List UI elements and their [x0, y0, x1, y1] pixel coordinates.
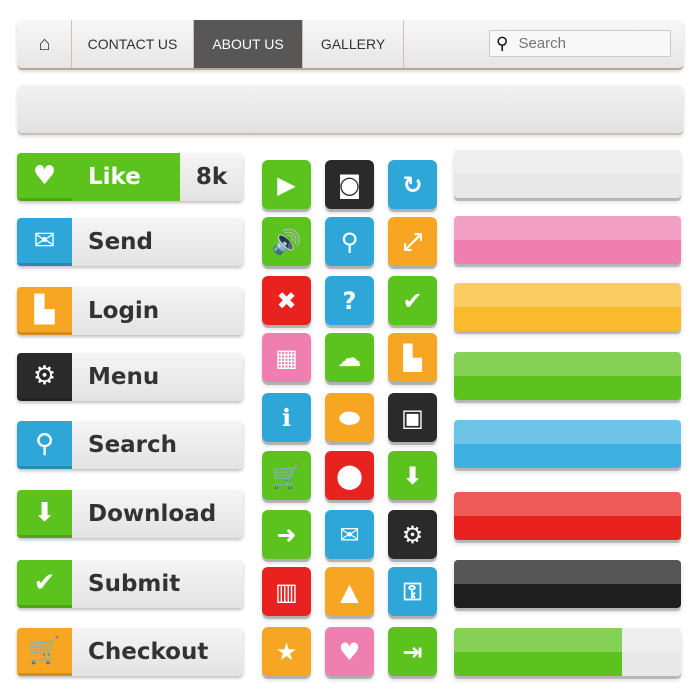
trash-icon: ▥	[275, 577, 298, 606]
button-label: Search	[88, 432, 178, 458]
trash-icon-button[interactable]: ▥	[262, 567, 311, 616]
button-label: Menu	[88, 364, 160, 390]
color-bar[interactable]	[454, 420, 681, 468]
login-button[interactable]: ▙ Login	[17, 287, 243, 335]
color-bar[interactable]	[454, 216, 681, 264]
heart-icon: ♥	[338, 637, 361, 666]
speaker-icon-button[interactable]: 🔊	[262, 217, 311, 266]
home-button[interactable]: ⌂	[18, 20, 72, 68]
gears-icon: ⚙	[17, 353, 72, 401]
button-label: Submit	[88, 571, 181, 597]
location-pin-icon: ⬤	[336, 461, 363, 490]
check-icon-button[interactable]: ✔	[388, 276, 437, 325]
star-icon-button[interactable]: ★	[262, 627, 311, 676]
envelope-icon: ✉	[17, 218, 72, 266]
heart-icon: ♥	[17, 153, 72, 201]
download-icon-button[interactable]: ⬇	[388, 451, 437, 500]
key-icon-button[interactable]: ⚿	[388, 567, 437, 616]
button-label: Like	[72, 153, 180, 201]
check-icon: ✔	[17, 560, 72, 608]
color-bar[interactable]	[454, 628, 681, 676]
login-icon-button[interactable]: ➜	[262, 510, 311, 559]
search-icon: ⚲	[496, 33, 509, 54]
button-label: Login	[88, 298, 160, 324]
cart-icon: 🛒	[17, 628, 72, 676]
download-icon: ⬇	[402, 461, 423, 490]
expand-icon: ⤢	[402, 227, 423, 256]
cloud-upload-icon-button[interactable]: ☁	[325, 333, 374, 382]
nav-contact-us[interactable]: CONTACT US	[72, 20, 194, 68]
heart-icon-button[interactable]: ♥	[325, 627, 374, 676]
lock-icon: ▲	[340, 577, 359, 606]
search-icon: ⚲	[340, 227, 359, 256]
gears-icon: ⚙	[401, 520, 424, 549]
info-icon: ℹ	[281, 403, 292, 432]
nav-gallery[interactable]: GALLERY	[303, 20, 404, 68]
search-icon: ⚲	[17, 421, 72, 469]
gears-icon-button[interactable]: ⚙	[388, 510, 437, 559]
user-icon: ▙	[403, 343, 422, 372]
send-button[interactable]: ✉ Send	[17, 218, 243, 266]
submit-button[interactable]: ✔ Submit	[17, 560, 243, 608]
gift-icon: ▦	[275, 343, 298, 372]
info-icon-button[interactable]: ℹ	[262, 393, 311, 442]
play-icon: ▶	[277, 170, 296, 199]
help-icon: ?	[342, 286, 357, 315]
cart-icon: 🛒	[271, 461, 302, 490]
play-icon-button[interactable]: ▶	[262, 160, 311, 209]
like-button[interactable]: ♥ Like 8k	[17, 153, 243, 201]
check-icon: ✔	[402, 286, 423, 315]
color-bar[interactable]	[454, 283, 681, 331]
button-label: Send	[88, 229, 154, 255]
briefcase-icon: ▣	[401, 403, 424, 432]
cloud-upload-icon: ☁	[337, 343, 362, 372]
like-count: 8k	[195, 164, 228, 190]
help-icon-button[interactable]: ?	[325, 276, 374, 325]
download-icon: ⬇	[17, 490, 72, 538]
color-bar[interactable]	[454, 560, 681, 608]
checkout-button[interactable]: 🛒 Checkout	[17, 628, 243, 676]
briefcase-icon-button[interactable]: ▣	[388, 393, 437, 442]
search-input[interactable]	[518, 35, 649, 52]
color-bar[interactable]	[454, 150, 681, 198]
user-icon-button[interactable]: ▙	[388, 333, 437, 382]
key-icon: ⚿	[403, 577, 422, 606]
tag-icon-button[interactable]: ⬬	[325, 393, 374, 442]
login-icon: ➜	[276, 520, 297, 549]
refresh-icon: ↻	[402, 170, 423, 199]
user-icon: ▙	[17, 287, 72, 335]
gift-icon-button[interactable]: ▦	[262, 333, 311, 382]
exit-icon-button[interactable]: ⇥	[388, 627, 437, 676]
speaker-icon: 🔊	[271, 227, 302, 256]
refresh-icon-button[interactable]: ↻	[388, 160, 437, 209]
search-box[interactable]: ⚲	[489, 30, 671, 57]
lock-icon-button[interactable]: ▲	[325, 567, 374, 616]
expand-icon-button[interactable]: ⤢	[388, 217, 437, 266]
home-icon: ⌂	[38, 32, 51, 55]
close-icon-button[interactable]: ✖	[262, 276, 311, 325]
button-label: Download	[88, 501, 217, 527]
tag-icon: ⬬	[339, 403, 360, 432]
download-button[interactable]: ⬇ Download	[17, 490, 243, 538]
envelope-icon-button[interactable]: ✉	[325, 510, 374, 559]
location-pin-icon-button[interactable]: ⬤	[325, 451, 374, 500]
menu-button[interactable]: ⚙ Menu	[17, 353, 243, 401]
exit-icon: ⇥	[402, 637, 423, 666]
search-button[interactable]: ⚲ Search	[17, 421, 243, 469]
button-label: Checkout	[88, 639, 209, 665]
empty-bar	[18, 85, 683, 133]
camera-icon: ◙	[337, 170, 362, 199]
envelope-icon: ✉	[339, 520, 360, 549]
color-bar[interactable]	[454, 492, 681, 540]
camera-icon-button[interactable]: ◙	[325, 160, 374, 209]
cart-icon-button[interactable]: 🛒	[262, 451, 311, 500]
star-icon: ★	[275, 637, 298, 666]
search-icon-button[interactable]: ⚲	[325, 217, 374, 266]
nav-about-us[interactable]: ABOUT US	[194, 20, 303, 68]
color-bar[interactable]	[454, 352, 681, 400]
close-icon: ✖	[276, 286, 297, 315]
